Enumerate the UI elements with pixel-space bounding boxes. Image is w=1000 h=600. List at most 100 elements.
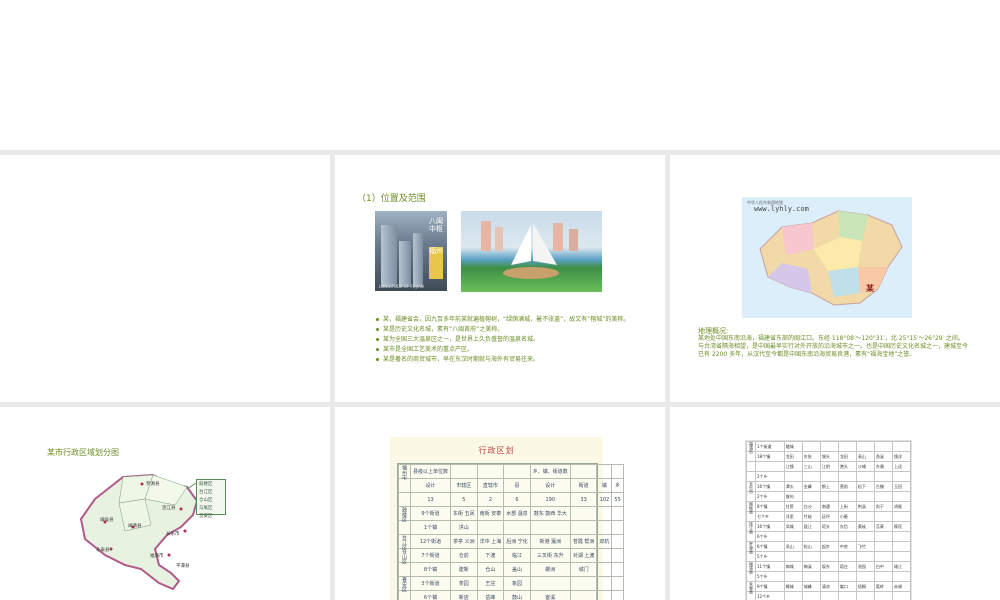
table-cell: 雄江 xyxy=(891,561,912,572)
table-row: 13 5 2 6 190 33 102 55 xyxy=(398,492,624,507)
table-cell: 33 xyxy=(569,492,598,507)
district-label: 连江县 xyxy=(162,506,176,511)
slide-thumbnail-2[interactable]: （1）位置及范围 八闽中枢 福州 LONGITUDE OF FUJIAN 某，福… xyxy=(335,155,665,402)
table-cell xyxy=(873,551,893,562)
table-row: 闽侯县 8个镇 甘蔗 白沙 南通 上街 荆溪 尚干 鸿尾 xyxy=(746,501,912,514)
table-cell: 6个镇 xyxy=(755,541,785,552)
geo-description: 某地处中国东南沿海，福建省东部的闽江口。东经 118°08′～120°31′，北… xyxy=(698,335,969,358)
table-cell: 赤锡 xyxy=(891,581,912,592)
table-cell: 南街 安泰 xyxy=(476,506,505,521)
table-cell: 对湖 上渡 xyxy=(569,548,598,563)
intro-bullet-list: 某，福建省会，因九百多年前某就遍植榕树，“绿荫满城，暑不张盖”，故又有“榕城”的… xyxy=(375,315,650,365)
table-cell: 象园 xyxy=(503,576,531,591)
table-cell xyxy=(783,471,803,482)
table-cell: 梅城 xyxy=(783,561,803,572)
table-cell: 琯头 xyxy=(819,521,839,532)
table-cell xyxy=(611,464,624,479)
table-cell xyxy=(398,520,411,535)
table-cell: 5 xyxy=(450,492,478,507)
table-cell: 13 xyxy=(409,492,452,507)
table-row: 连江县 16个镇 凤城 敖江 琯头 东岱 黄岐 苔菉 筱埕 xyxy=(746,521,912,534)
table-cell: 尚干 xyxy=(873,501,893,512)
table-row: 福州市 县级以上单位数 乡、镇、街道数 xyxy=(398,464,624,480)
table-row: 6个镇 新店 岳峰 鼓山 宦溪 xyxy=(398,590,624,600)
table-cell xyxy=(837,471,857,482)
table-cell xyxy=(746,461,756,472)
table-cell: 东街 五凤 xyxy=(450,506,478,521)
table-cell: 2个乡 xyxy=(755,471,785,482)
table-row: 闽清县 11个镇 梅城 梅溪 坂东 塔庄 池园 白中 雄江 xyxy=(746,561,912,574)
table-cell xyxy=(398,478,411,493)
table-cell: 16个镇 xyxy=(755,521,785,532)
china-map-icon xyxy=(759,210,903,306)
table-cell: 11个镇 xyxy=(755,561,785,572)
table-cell: 9个街道 xyxy=(409,506,452,521)
table-cell: 坂东 xyxy=(819,561,839,572)
table-cell xyxy=(569,590,598,600)
table-cell: 高山 xyxy=(855,451,875,462)
slide-thumbnail-4[interactable]: 某市行政区域划分图 鼓楼区 台江区 仓山区 马尾区 晋安区 罗源县 闽侯县 连江… xyxy=(0,407,330,600)
table-cell: 三山 xyxy=(801,461,821,472)
table-title: 行政区划 xyxy=(478,446,515,455)
table-cell: 福清市 xyxy=(746,441,756,454)
table-cell: 5个乡 xyxy=(755,571,785,582)
district-map-title: 某市行政区域划分图 xyxy=(47,448,119,457)
table-cell xyxy=(503,520,531,535)
table-cell: 水部 温泉 xyxy=(503,506,531,521)
table-cell xyxy=(855,491,875,502)
table-row: 七个乡 洋里 竹岐 廷坪 小箬 xyxy=(746,511,912,522)
list-item: 某是著名的商贸城市，早在东汉时期就与海外有贸易往来。 xyxy=(375,355,650,364)
tower-yellow-label: 福州 xyxy=(429,247,443,279)
table-cell: 苔菉 xyxy=(873,521,893,532)
list-item: 某市是全国工艺美术的重点产区。 xyxy=(375,345,650,354)
table-cell: 罗源县 xyxy=(746,541,756,554)
table-cell: 2 xyxy=(476,492,505,507)
table-cell xyxy=(611,562,624,577)
table-cell: 190 xyxy=(529,492,571,507)
table-cell: 6个乡 xyxy=(755,531,785,542)
table-cell: 梧桐 xyxy=(855,581,875,592)
table-cell: 设计 xyxy=(409,478,452,493)
table-cell xyxy=(596,548,613,563)
table-cell xyxy=(398,492,411,507)
list-item: 某，福建省会，因九百多年前某就遍植榕树，“绿荫满城，暑不张盖”，故又有“榕城”的… xyxy=(375,315,650,324)
table-cell: 8个镇 xyxy=(755,501,785,512)
table-cell xyxy=(873,471,893,482)
table-cell: 城门 xyxy=(569,562,598,577)
slide-thumbnail-6[interactable]: 福清市 1个街道 融城 18个镇 龙田 东张 城头 龙田 高山 渔溪 镜洋 江镜 三山 江阴 港头 沙埔 东瀚上… xyxy=(670,407,1000,600)
table-cell xyxy=(819,441,839,452)
table-cell xyxy=(611,590,624,600)
table-cell: 猴屿 xyxy=(783,491,803,502)
slide-thumbnail-1[interactable] xyxy=(0,155,330,402)
table-cell xyxy=(873,571,893,582)
table-cell xyxy=(611,534,624,549)
table-cell: 王庄 xyxy=(476,576,505,591)
table-cell: 乡、镇、街道数 xyxy=(529,464,571,479)
table-cell xyxy=(837,591,857,600)
legend-item: 马尾区 xyxy=(199,506,213,511)
table-cell: 6 xyxy=(503,492,531,507)
table-cell xyxy=(819,591,839,600)
table-cell: 鼓山 xyxy=(503,590,531,600)
table-cell: 3个街道 xyxy=(409,576,452,591)
title-slide xyxy=(0,0,1000,150)
table-cell: 清凉 xyxy=(819,581,839,592)
table-cell: 白中 xyxy=(873,561,893,572)
table-cell xyxy=(476,520,505,535)
table-cell: 直辖市 xyxy=(476,478,505,493)
legend-item: 鼓楼区 xyxy=(199,482,213,487)
table-cell: 仓山区 xyxy=(398,548,411,564)
table-cell: 2个乡 xyxy=(755,491,785,502)
table-cell: 松山 xyxy=(801,541,821,552)
table-cell xyxy=(569,506,598,521)
table-cell: 敖江 xyxy=(801,521,821,532)
table-cell xyxy=(529,576,571,591)
table-cell xyxy=(891,591,912,600)
table-cell: 县 xyxy=(503,478,531,493)
table-cell: 镇 xyxy=(596,478,613,493)
table-cell xyxy=(873,541,893,552)
table-cell: 东瀚 xyxy=(873,461,893,472)
list-item: 某为全国三大温泉区之一，是世界上久负盛誉的温泉名城。 xyxy=(375,335,650,344)
slide-thumbnail-3[interactable]: 中华人民共和国地图 www.lyhly.com 某 地理概况: 某地处中国东南沿… xyxy=(670,155,1000,402)
slide-thumbnail-5[interactable]: 行政区划 福州市 县级以上单位数 乡、镇、街道数 设计 市辖区 直辖市县设计 街道镇乡 13 5… xyxy=(335,407,665,600)
